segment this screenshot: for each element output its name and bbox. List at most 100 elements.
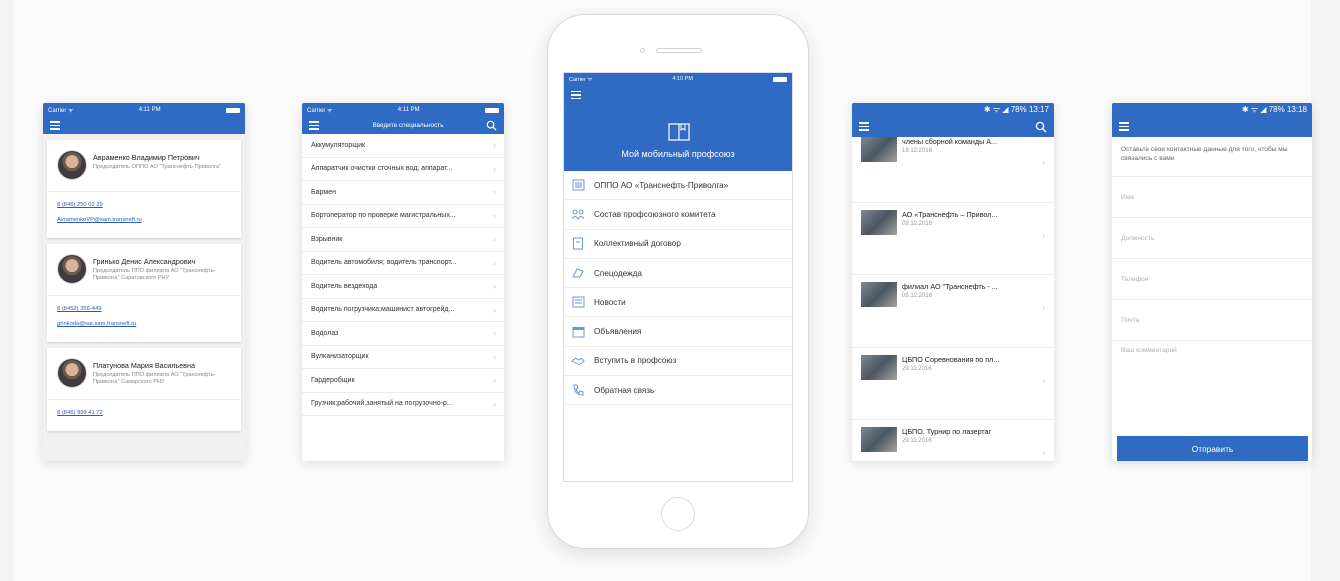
contact-phone-link[interactable]: 8 (846) 250 02 29 <box>57 202 233 208</box>
specialty-label: Гардеробщик <box>311 376 355 384</box>
app-header: Мой мобильный профсоюз <box>564 85 792 171</box>
contact-phone-link[interactable]: 8 (8452) 356-449 <box>57 306 233 312</box>
handshake-icon <box>571 355 585 367</box>
specialty-list-item[interactable]: Грузчик;рабочий,занятый на погрузочно-р.… <box>302 393 504 416</box>
contact-name: Авраменко Владимир Петрович <box>93 153 200 162</box>
news-icon <box>571 296 585 308</box>
specialty-list-item[interactable]: Аппаратчик очистки сточных вод; аппарат.… <box>302 158 504 181</box>
news-item[interactable]: АО «Транснефть – Привол... 09.12.2016 › <box>852 203 1054 275</box>
specialty-list-item[interactable]: Гардеробщик › <box>302 369 504 393</box>
chevron-right-icon: › <box>493 281 496 292</box>
contact-card: Платунова Мария Васильевна Председатель … <box>47 348 241 431</box>
name-field[interactable] <box>1121 193 1303 201</box>
news-list: члены сборной команды А... 19.12.2016 › АО … <box>852 130 1054 461</box>
menu-item[interactable]: ОППО АО «Транснефть-Приволга» <box>564 171 792 201</box>
news-screen: ✱ ᯤ ◢ 78% 13:17 члены сборной команды А.… <box>852 103 1054 461</box>
chevron-right-icon: › <box>1042 447 1045 457</box>
specialty-label: Аккумуляторщик <box>311 141 366 149</box>
position-field[interactable] <box>1121 234 1303 242</box>
specialty-label: Водолаз <box>311 329 339 337</box>
news-date: 29.11.2016 <box>902 438 932 444</box>
news-item[interactable]: ЦБПО. Турнир по лазертаг 29.11.2016 › <box>852 420 1054 461</box>
clock: 13:17 <box>1028 105 1049 114</box>
specialty-label: Водитель вездехода <box>311 282 378 290</box>
home-button[interactable] <box>661 497 695 531</box>
news-title: члены сборной команды А... <box>902 137 998 146</box>
contract-icon <box>571 237 585 250</box>
email-field[interactable] <box>1121 316 1303 324</box>
menu-icon[interactable] <box>1119 122 1129 131</box>
main-menu: ОППО АО «Транснефть-Приволга» Состав проф… <box>564 171 792 406</box>
specialty-list-item[interactable]: Аккумуляторщик › <box>302 134 504 158</box>
menu-icon[interactable] <box>571 91 581 100</box>
menu-icon[interactable] <box>309 121 319 130</box>
specialty-list-item[interactable]: Вулканизаторщик › <box>302 346 504 369</box>
chevron-right-icon: › <box>493 234 496 245</box>
contact-card: Авраменко Владимир Петрович Председатель… <box>47 140 241 238</box>
chevron-right-icon: › <box>1042 157 1045 167</box>
submit-button[interactable]: Отправить <box>1117 436 1308 461</box>
news-date: 09.12.2016 <box>902 220 933 227</box>
avatar <box>57 358 87 388</box>
specialty-list-item[interactable]: Водитель погрузчика;машинист автогрейд..… <box>302 299 504 322</box>
menu-item[interactable]: Объявления <box>564 317 792 347</box>
menu-item-label: ОППО АО «Транснефть-Приволга» <box>594 180 729 190</box>
news-date: 08.12.2016 <box>902 293 933 299</box>
contact-email-link[interactable]: grinkoda@sar.sam.transneft.ru <box>57 321 233 327</box>
contact-card: Гринько Денис Александрович Председатель… <box>47 244 241 342</box>
clock: 4:11 PM <box>138 107 161 113</box>
phone-frame: Carrier ᯤ 4:10 PM Мой мобильный профсоюз… <box>547 14 809 549</box>
avatar <box>57 254 87 284</box>
status-bar: Carrier ᯤ 4:11 PM <box>302 103 504 117</box>
camera-icon <box>640 48 645 53</box>
news-title: АО «Транснефть – Привол... <box>902 209 998 219</box>
news-thumbnail <box>861 354 897 380</box>
specialty-list-item[interactable]: Водолаз › <box>302 322 504 346</box>
specialty-list-item[interactable]: Взрывник › <box>302 228 504 252</box>
specialty-list-item[interactable]: Водитель автомобиля; водитель транспорт.… <box>302 252 504 275</box>
document-list-icon <box>571 179 585 191</box>
comment-field[interactable] <box>1121 347 1303 407</box>
news-item[interactable]: филиал АО "Транснефть - ... 08.12.2016 › <box>852 275 1054 348</box>
carrier-label: Carrier ᯤ <box>48 108 74 114</box>
contact-name: Платунова Мария Васильевна <box>93 361 195 370</box>
book-icon <box>668 123 690 141</box>
status-bar: Carrier ᯤ 4:11 PM <box>43 103 245 117</box>
main-menu-screen: Carrier ᯤ 4:10 PM Мой мобильный профсоюз… <box>563 72 793 482</box>
news-item[interactable]: ЦБПО Соревнования по пл... 29.11.2016 › <box>852 348 1054 420</box>
status-icons: ✱ ᯤ ◢ 78% <box>983 105 1027 114</box>
specialty-label: Бортоператор по проверке магистральных..… <box>311 212 456 220</box>
contact-email-link[interactable]: AvramenkoVP@sam.transneft.ru <box>57 217 233 223</box>
specialty-list-item[interactable]: Бортоператор по проверке магистральных..… <box>302 205 504 228</box>
menu-item-label: Спецодежда <box>594 268 642 278</box>
contact-phone-link[interactable]: 8 (846) 999 41 72 <box>57 410 233 416</box>
menu-item[interactable]: Коллективный договор <box>564 230 792 259</box>
clock: 4:11 PM <box>397 107 420 113</box>
search-field[interactable]: Введите специальность <box>319 122 497 129</box>
app-title: Мой мобильный профсоюз <box>621 149 735 159</box>
nav-bar: Введите специальность <box>302 117 504 134</box>
search-icon[interactable] <box>486 120 497 131</box>
chevron-right-icon: › <box>493 398 496 409</box>
chevron-right-icon: › <box>493 375 496 386</box>
specialty-list-item[interactable]: Водитель вездехода › <box>302 275 504 299</box>
news-item[interactable]: члены сборной команды А... 19.12.2016 › <box>852 130 1054 203</box>
contact-role: Председатель ППО филиала АО "Транснефть-… <box>93 268 216 281</box>
menu-item[interactable]: Обратная связь <box>564 376 792 406</box>
menu-item[interactable]: Новости <box>564 288 792 318</box>
news-thumbnail <box>861 209 897 235</box>
menu-item-label: Вступить в профсоюз <box>594 356 677 366</box>
phone-field[interactable] <box>1121 275 1303 283</box>
specialty-label: Водитель автомобиля; водитель транспорт.… <box>311 259 457 267</box>
contact-role: Председатель ППО филиала АО "Транснефть-… <box>93 372 216 385</box>
menu-item[interactable]: Состав профсоюзного комитета <box>564 200 792 230</box>
menu-item[interactable]: Вступить в профсоюз <box>564 347 792 377</box>
specialty-list-item[interactable]: Бармен › <box>302 181 504 205</box>
chevron-right-icon: › <box>493 187 496 198</box>
menu-item[interactable]: Спецодежда <box>564 259 792 289</box>
carrier-label: Carrier ᯤ <box>307 108 333 114</box>
news-title: ЦБПО. Турнир по лазертаг <box>902 427 992 436</box>
menu-icon[interactable] <box>50 121 60 130</box>
form-intro: Оставьте свои контактные данные для того… <box>1112 137 1312 177</box>
chevron-right-icon: › <box>493 304 496 315</box>
